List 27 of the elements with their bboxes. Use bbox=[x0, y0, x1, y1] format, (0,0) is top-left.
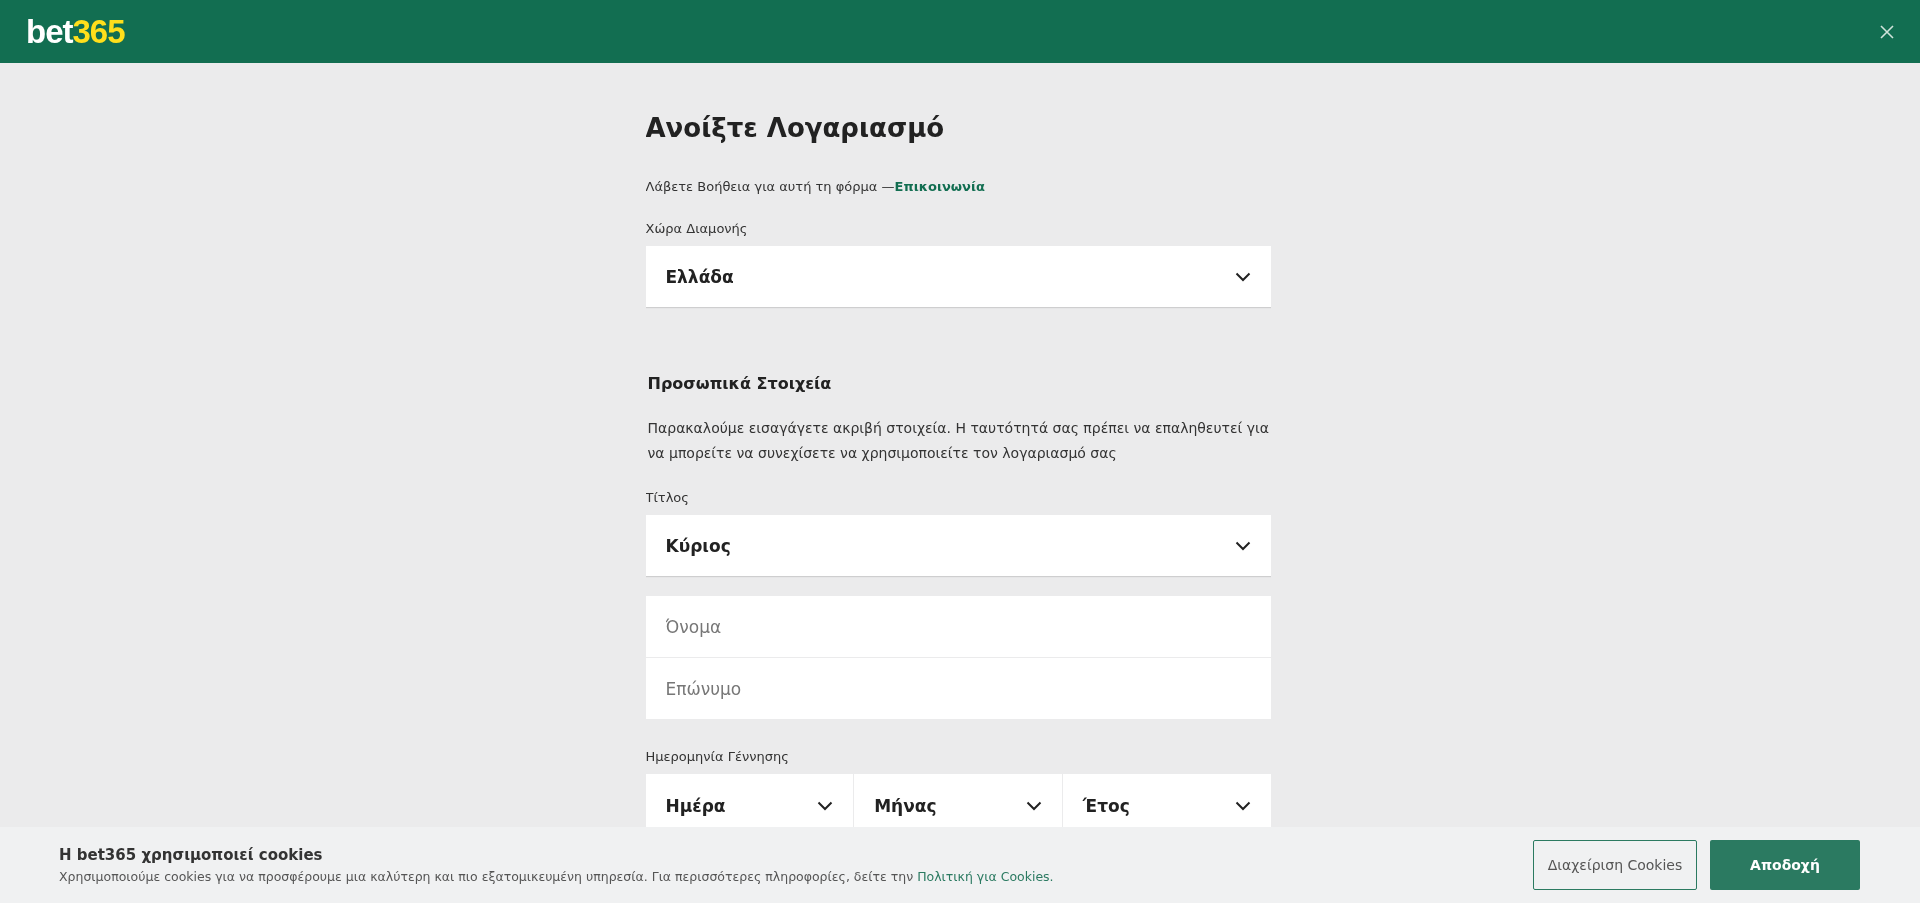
country-select[interactable]: Ελλάδα bbox=[645, 246, 1271, 307]
field-label: Τίτλος bbox=[645, 489, 690, 507]
cookie-policy-link[interactable]: Πολιτική για Cookies. bbox=[917, 869, 1054, 884]
field-label: Χώρα Διαμονής bbox=[645, 220, 749, 238]
input-field[interactable]: Όνομα bbox=[645, 596, 1271, 657]
section-text: Παρακαλούμε εισαγάγετε ακριβή στοιχεία. Η ταυτότητά σας πρέπει να επαληθευτεί για να μπορείτε να συνεχίσετε να χρησιμοποιείτε τον λογαριασμό σας bbox=[647, 419, 1270, 463]
title-select[interactable]: Κύριος bbox=[645, 515, 1271, 576]
chevron-down-icon bbox=[817, 800, 834, 811]
manage-cookies-button[interactable]: Διαχείριση Cookies bbox=[1533, 840, 1697, 890]
chevron-down-icon bbox=[1234, 540, 1251, 551]
help-text: Λάβετε Βοήθεια για αυτή τη φόρμα —Επικοινωνία bbox=[645, 178, 986, 196]
chevron-down-icon bbox=[1234, 271, 1251, 282]
page-title: Ανοίξτε Λογαριασμό bbox=[645, 112, 946, 145]
cookie-text: Χρησιμοποιούμε cookies για να προσφέρουμε μια καλύτερη και πιο εξατομικευμένη υπηρεσία. Για περισσότερες πληροφορίες, δείτε την Πολιτική για Cookies. bbox=[59, 869, 1054, 884]
accept-button[interactable]: Αποδοχή bbox=[1710, 840, 1860, 890]
contact-link[interactable]: Επικοινωνία bbox=[894, 179, 985, 194]
close-icon[interactable] bbox=[1879, 23, 1895, 40]
date-select[interactable]: Μήνας bbox=[854, 774, 1062, 827]
section-title: Προσωπικά Στοιχεία bbox=[647, 373, 833, 395]
input-field[interactable]: Επώνυμο bbox=[645, 658, 1271, 719]
date-select[interactable]: Έτος bbox=[1062, 774, 1271, 827]
chevron-down-icon bbox=[1025, 800, 1042, 811]
field-label: Ημερομηνία Γέννησης bbox=[645, 748, 790, 766]
cookie-title: Η bet365 χρησιμοποιεί cookies bbox=[59, 846, 324, 864]
chevron-down-icon bbox=[1234, 800, 1251, 811]
logo[interactable]: bet365 bbox=[26, 12, 125, 51]
date-select[interactable]: Ημέρα bbox=[645, 774, 854, 827]
